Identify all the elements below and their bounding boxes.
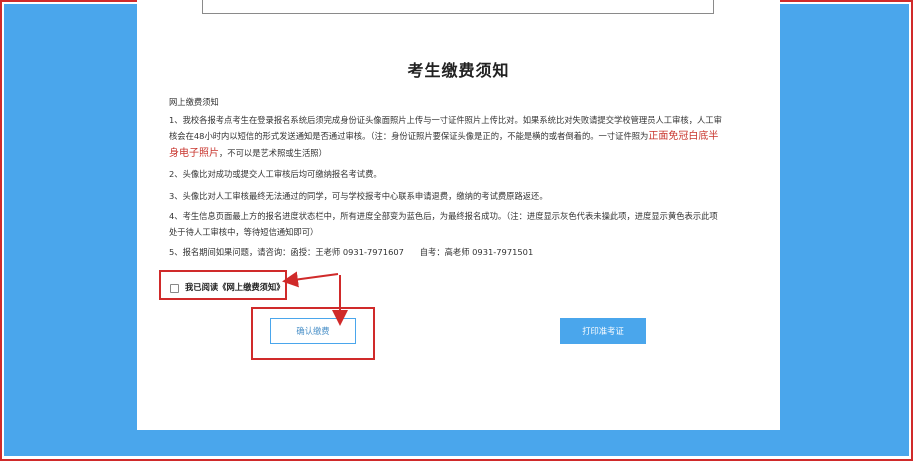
top-box — [202, 0, 714, 14]
notice-item-5: 5、报名期间如果问题，请咨询：函授：王老师 0931-7971607 自考：高老… — [169, 247, 534, 257]
agree-checkbox[interactable] — [170, 284, 179, 293]
confirm-payment-button[interactable]: 确认缴费 — [270, 318, 356, 344]
notice-item-1-text-2: ，不可以是艺术照或生活照） — [219, 148, 327, 158]
notice-item-3: 3、头像比对人工审核最终无法通过的同学，可与学校报考中心联系申请退费，缴纳的考试… — [169, 191, 548, 201]
notice-item-1-line-3: 身电子照片，不可以是艺术照或生活照） — [169, 145, 754, 162]
notice-item-4: 4、考生信息页面最上方的报名进度状态栏中，所有进度全部变为蓝色后，为最终报名成功… — [169, 208, 754, 240]
notice-item-1-highlight: 正面免冠白底半 — [648, 131, 719, 142]
notice-item-1-line-1: 1、我校各报考点考生在登录报名系统后须完成身份证头像面照片上传与一寸证件照片上传… — [169, 115, 722, 125]
notice-item-2: 2、头像比对成功或提交人工审核后均可缴纳报名考试费。 — [169, 169, 382, 179]
agree-label[interactable]: 我已阅读《网上缴费须知》 — [185, 281, 285, 293]
notice-item-1: 1、我校各报考点考生在登录报名系统后须完成身份证头像面照片上传与一寸证件照片上传… — [169, 112, 754, 162]
notice-subtitle: 网上缴费须知 — [169, 97, 219, 107]
notice-item-1-line-2: 核会在48小时内以短信的形式发送通知是否通过审核。（注：身份证照片要保证头像是正… — [169, 128, 754, 145]
notice-panel: 考生缴费须知 网上缴费须知 1、我校各报考点考生在登录报名系统后须完成身份证头像… — [137, 0, 780, 430]
notice-item-1-text: 核会在48小时内以短信的形式发送通知是否通过审核。（注：身份证照片要保证头像是正… — [169, 131, 649, 141]
print-admission-button[interactable]: 打印准考证 — [560, 318, 646, 344]
notice-item-4-line-2: 处于待人工审核中，等待短信通知即可） — [169, 227, 319, 237]
page-title: 考生缴费须知 — [407, 61, 510, 80]
notice-item-1-highlight-2: 身电子照片 — [169, 148, 219, 159]
notice-item-4-line-1: 4、考生信息页面最上方的报名进度状态栏中，所有进度全部变为蓝色后，为最终报名成功… — [169, 211, 718, 221]
